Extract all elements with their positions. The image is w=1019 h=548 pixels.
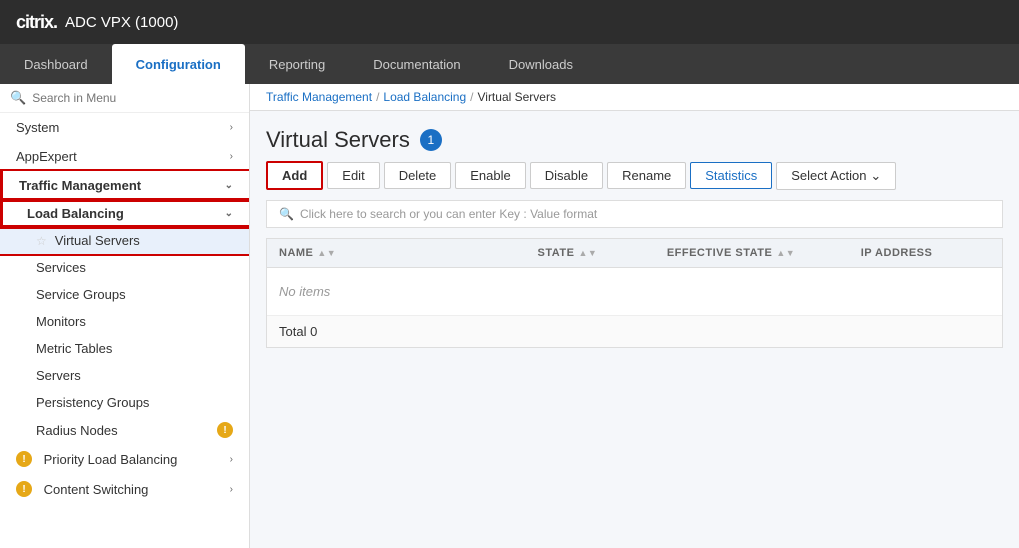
tab-downloads[interactable]: Downloads	[485, 44, 597, 84]
sidebar-label-load-balancing: Load Balancing	[27, 206, 124, 221]
sidebar-item-radius-nodes[interactable]: Radius Nodes !	[0, 416, 249, 444]
breadcrumb-traffic-management[interactable]: Traffic Management	[266, 90, 372, 104]
breadcrumb-load-balancing[interactable]: Load Balancing	[383, 90, 466, 104]
chevron-right-icon: ›	[230, 122, 233, 133]
sidebar-search-container: 🔍	[0, 84, 249, 113]
sidebar-item-persistency-groups[interactable]: Persistency Groups	[0, 389, 249, 416]
delete-button[interactable]: Delete	[384, 162, 452, 189]
warning-icon-priority-lb: !	[16, 451, 32, 467]
chevron-right-icon: ›	[230, 151, 233, 162]
edit-button[interactable]: Edit	[327, 162, 379, 189]
record-count-badge: 1	[420, 129, 442, 151]
chevron-right-icon: ›	[230, 454, 233, 465]
sidebar-item-servers[interactable]: Servers	[0, 362, 249, 389]
rename-button[interactable]: Rename	[607, 162, 686, 189]
sidebar-item-load-balancing[interactable]: Load Balancing ⌄	[0, 200, 249, 227]
sidebar-label-system: System	[16, 120, 59, 135]
breadcrumb: Traffic Management / Load Balancing / Vi…	[250, 84, 1019, 111]
sidebar-label-appexpert: AppExpert	[16, 149, 77, 164]
sidebar-label-metric-tables: Metric Tables	[36, 341, 112, 356]
sidebar-item-monitors[interactable]: Monitors	[0, 308, 249, 335]
search-hint-text: Click here to search or you can enter Ke…	[300, 207, 597, 221]
main-layout: 🔍 System › AppExpert › Traffic Managemen…	[0, 84, 1019, 548]
star-icon: ☆	[36, 234, 47, 248]
content-switching-inner: ! Content Switching	[16, 481, 148, 497]
tab-documentation[interactable]: Documentation	[349, 44, 484, 84]
search-input[interactable]	[32, 91, 239, 105]
app-title: ADC VPX (1000)	[65, 14, 178, 31]
dropdown-arrow-icon: ⌄	[870, 168, 881, 184]
statistics-button[interactable]: Statistics	[690, 162, 772, 189]
page-title: Virtual Servers	[266, 127, 410, 153]
col-label-effective-state: EFFECTIVE STATE	[667, 247, 773, 259]
main-content: Traffic Management / Load Balancing / Vi…	[250, 84, 1019, 548]
nav-bar: Dashboard Configuration Reporting Docume…	[0, 44, 1019, 84]
select-action-label: Select Action	[791, 168, 866, 183]
col-label-state: STATE	[538, 247, 575, 259]
priority-lb-inner: ! Priority Load Balancing	[16, 451, 177, 467]
sidebar-label-content-switching: Content Switching	[44, 482, 149, 497]
sidebar-label-service-groups: Service Groups	[36, 287, 126, 302]
sidebar-item-priority-lb[interactable]: ! Priority Load Balancing ›	[0, 444, 249, 474]
citrix-logo-text: citrix.	[16, 12, 57, 33]
sidebar-label-virtual-servers: Virtual Servers	[55, 233, 140, 248]
chevron-right-icon: ›	[230, 484, 233, 495]
col-label-name: NAME	[279, 247, 313, 259]
sidebar-item-traffic-management[interactable]: Traffic Management ⌄	[0, 171, 249, 200]
tab-configuration[interactable]: Configuration	[112, 44, 245, 84]
breadcrumb-separator-1: /	[376, 90, 379, 104]
no-items-text: No items	[279, 276, 990, 307]
action-bar: Add Edit Delete Enable Disable Rename St…	[250, 161, 1019, 200]
search-glass-icon: 🔍	[279, 207, 294, 221]
sidebar-item-appexpert[interactable]: AppExpert ›	[0, 142, 249, 171]
add-button[interactable]: Add	[266, 161, 323, 190]
select-action-button[interactable]: Select Action ⌄	[776, 162, 896, 190]
sidebar-label-priority-lb: Priority Load Balancing	[44, 452, 178, 467]
sidebar: 🔍 System › AppExpert › Traffic Managemen…	[0, 84, 250, 548]
table-header: NAME ▲▼ STATE ▲▼ EFFECTIVE STATE ▲▼ IP A…	[267, 239, 1002, 268]
sidebar-label-persistency-groups: Persistency Groups	[36, 395, 149, 410]
table-body: No items	[267, 268, 1002, 315]
col-header-name[interactable]: NAME ▲▼	[279, 247, 538, 259]
total-label: Total	[279, 324, 306, 339]
sidebar-label-traffic-management: Traffic Management	[19, 178, 141, 193]
sidebar-label-radius-nodes: Radius Nodes	[36, 423, 118, 438]
tab-dashboard[interactable]: Dashboard	[0, 44, 112, 84]
enable-button[interactable]: Enable	[455, 162, 525, 189]
disable-button[interactable]: Disable	[530, 162, 603, 189]
sidebar-item-virtual-servers[interactable]: ☆ Virtual Servers	[0, 227, 249, 254]
total-count: 0	[310, 324, 317, 339]
breadcrumb-separator-2: /	[470, 90, 473, 104]
col-header-state[interactable]: STATE ▲▼	[538, 247, 667, 259]
sidebar-item-metric-tables[interactable]: Metric Tables	[0, 335, 249, 362]
sidebar-item-services[interactable]: Services	[0, 254, 249, 281]
app-header: citrix. ADC VPX (1000)	[0, 0, 1019, 44]
sidebar-label-monitors: Monitors	[36, 314, 86, 329]
sidebar-label-servers: Servers	[36, 368, 81, 383]
warning-icon-content-switching: !	[16, 481, 32, 497]
sidebar-item-content-switching[interactable]: ! Content Switching ›	[0, 474, 249, 504]
breadcrumb-virtual-servers: Virtual Servers	[477, 90, 555, 104]
page-header: Virtual Servers 1	[250, 111, 1019, 161]
app-logo: citrix. ADC VPX (1000)	[16, 12, 178, 33]
col-header-effective-state[interactable]: EFFECTIVE STATE ▲▼	[667, 247, 861, 259]
sidebar-item-system[interactable]: System ›	[0, 113, 249, 142]
sort-icon-name: ▲▼	[317, 248, 336, 258]
sort-icon-effective-state: ▲▼	[776, 248, 795, 258]
data-table: NAME ▲▼ STATE ▲▼ EFFECTIVE STATE ▲▼ IP A…	[266, 238, 1003, 348]
table-search-bar[interactable]: 🔍 Click here to search or you can enter …	[266, 200, 1003, 228]
tab-reporting[interactable]: Reporting	[245, 44, 349, 84]
virtual-servers-inner: ☆ Virtual Servers	[36, 233, 140, 248]
sidebar-label-services: Services	[36, 260, 86, 275]
chevron-down-icon: ⌄	[225, 208, 233, 219]
chevron-down-icon: ⌄	[225, 180, 233, 191]
search-icon: 🔍	[10, 90, 26, 106]
col-header-ip-address[interactable]: IP ADDRESS	[861, 247, 990, 259]
sidebar-item-service-groups[interactable]: Service Groups	[0, 281, 249, 308]
col-label-ip-address: IP ADDRESS	[861, 247, 933, 259]
total-row: Total 0	[267, 315, 1002, 347]
sort-icon-state: ▲▼	[578, 248, 597, 258]
warning-icon-radius: !	[217, 422, 233, 438]
